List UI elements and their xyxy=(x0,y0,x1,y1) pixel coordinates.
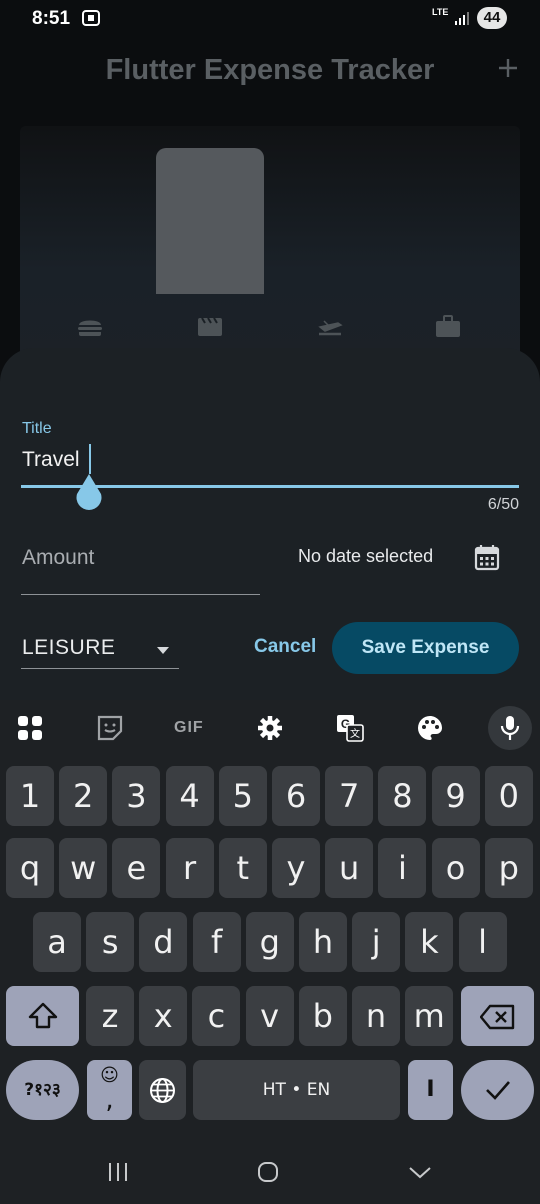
date-status: No date selected xyxy=(298,546,434,566)
sticker-icon[interactable] xyxy=(96,714,124,742)
svg-text:文: 文 xyxy=(350,727,360,740)
amount-field-underline xyxy=(21,594,260,595)
apps-grid-icon[interactable] xyxy=(16,714,44,742)
key-i[interactable]: i xyxy=(378,838,427,898)
signal-icon xyxy=(455,12,469,25)
key-y[interactable]: y xyxy=(272,838,320,898)
key-1[interactable]: 1 xyxy=(6,766,54,826)
key-s[interactable]: s xyxy=(86,912,135,972)
key-z[interactable]: z xyxy=(86,986,134,1046)
status-time: 8:51 xyxy=(32,8,71,29)
cursor-handle[interactable] xyxy=(75,474,103,512)
home-icon[interactable] xyxy=(256,1160,280,1184)
backspace-icon xyxy=(480,1004,515,1030)
food-icon xyxy=(78,320,102,336)
key-5[interactable]: 5 xyxy=(218,766,267,826)
key-x[interactable]: x xyxy=(139,986,188,1046)
dropdown-caret-icon[interactable] xyxy=(156,645,170,655)
key-f[interactable]: f xyxy=(192,912,241,972)
chart-bar-leisure xyxy=(156,148,264,294)
key-n[interactable]: n xyxy=(352,986,400,1046)
screen: 8:51 LTE 44 Flutter Expense Tracker Titl… xyxy=(0,0,540,1204)
key-w[interactable]: w xyxy=(59,838,108,898)
key-a[interactable]: a xyxy=(33,912,81,972)
done-key[interactable] xyxy=(461,1060,534,1120)
key-v[interactable]: v xyxy=(245,986,294,1046)
key-8[interactable]: 8 xyxy=(378,766,427,826)
key-4[interactable]: 4 xyxy=(165,766,214,826)
shift-icon xyxy=(28,1002,58,1029)
back-chevron-icon[interactable] xyxy=(408,1160,432,1184)
app-bar: Flutter Expense Tracker xyxy=(0,40,540,100)
title-field-label: Title xyxy=(22,420,52,437)
voice-input-button[interactable] xyxy=(488,706,532,750)
key-b[interactable]: b xyxy=(298,986,347,1046)
shift-key[interactable] xyxy=(6,986,79,1046)
key-2[interactable]: 2 xyxy=(59,766,108,826)
key-e[interactable]: e xyxy=(112,838,161,898)
work-icon xyxy=(436,315,460,337)
comma-glyph: , xyxy=(105,1085,114,1115)
category-underline xyxy=(21,668,179,669)
language-key[interactable] xyxy=(139,1060,186,1120)
key-r[interactable]: r xyxy=(165,838,214,898)
key-g[interactable]: g xyxy=(245,912,294,972)
key-7[interactable]: 7 xyxy=(325,766,374,826)
key-j[interactable]: j xyxy=(352,912,401,972)
key-k[interactable]: k xyxy=(405,912,454,972)
key-0[interactable]: 0 xyxy=(484,766,533,826)
mic-icon xyxy=(500,716,520,740)
translate-icon[interactable]: G 文 xyxy=(336,714,364,742)
network-type: LTE xyxy=(432,7,449,17)
cancel-button[interactable]: Cancel xyxy=(254,636,316,658)
key-u[interactable]: u xyxy=(325,838,374,898)
key-q[interactable]: q xyxy=(6,838,54,898)
key-d[interactable]: d xyxy=(139,912,188,972)
expense-chart xyxy=(20,126,520,366)
movie-icon xyxy=(198,317,222,336)
space-key[interactable]: HT • EN xyxy=(193,1060,400,1120)
key-3[interactable]: 3 xyxy=(112,766,161,826)
add-icon[interactable] xyxy=(496,56,520,80)
emoji-comma-key[interactable]: ☺ , xyxy=(87,1060,132,1120)
backspace-key[interactable] xyxy=(461,986,534,1046)
symbols-key[interactable]: ?१२३ xyxy=(6,1060,79,1120)
text-cursor xyxy=(89,444,91,474)
system-nav-bar xyxy=(0,1136,540,1204)
save-expense-button[interactable]: Save Expense xyxy=(332,622,519,674)
checkmark-icon xyxy=(486,1081,510,1100)
calendar-icon[interactable] xyxy=(474,543,500,571)
key-p[interactable]: p xyxy=(484,838,533,898)
title-input[interactable]: Travel xyxy=(22,448,80,472)
key-c[interactable]: c xyxy=(192,986,241,1046)
key-h[interactable]: h xyxy=(299,912,347,972)
flight-icon xyxy=(318,320,343,336)
category-dropdown[interactable]: LEISURE xyxy=(22,636,115,660)
soft-keyboard: GIF G 文 1234567890 qwertyu i o p a s d f… xyxy=(0,700,540,1136)
key-l[interactable]: l xyxy=(458,912,507,972)
key-9[interactable]: 9 xyxy=(431,766,480,826)
amount-input[interactable]: Amount xyxy=(22,546,94,570)
theme-palette-icon[interactable] xyxy=(416,714,444,742)
status-bar: 8:51 LTE 44 xyxy=(0,0,540,36)
new-expense-sheet: Title Travel 6/50 Amount No date selecte… xyxy=(0,348,540,708)
period-key[interactable]: I xyxy=(408,1060,453,1120)
key-o[interactable]: o xyxy=(431,838,480,898)
settings-icon[interactable] xyxy=(256,714,284,742)
key-t[interactable]: t xyxy=(218,838,267,898)
screenshot-icon xyxy=(82,10,100,26)
key-6[interactable]: 6 xyxy=(272,766,320,826)
battery-indicator: 44 xyxy=(477,7,507,29)
title-char-counter: 6/50 xyxy=(487,496,519,513)
app-title: Flutter Expense Tracker xyxy=(105,54,435,86)
globe-icon xyxy=(150,1078,175,1103)
recent-apps-icon[interactable] xyxy=(106,1160,130,1184)
key-m[interactable]: m xyxy=(405,986,454,1046)
gif-button[interactable]: GIF xyxy=(174,719,204,737)
